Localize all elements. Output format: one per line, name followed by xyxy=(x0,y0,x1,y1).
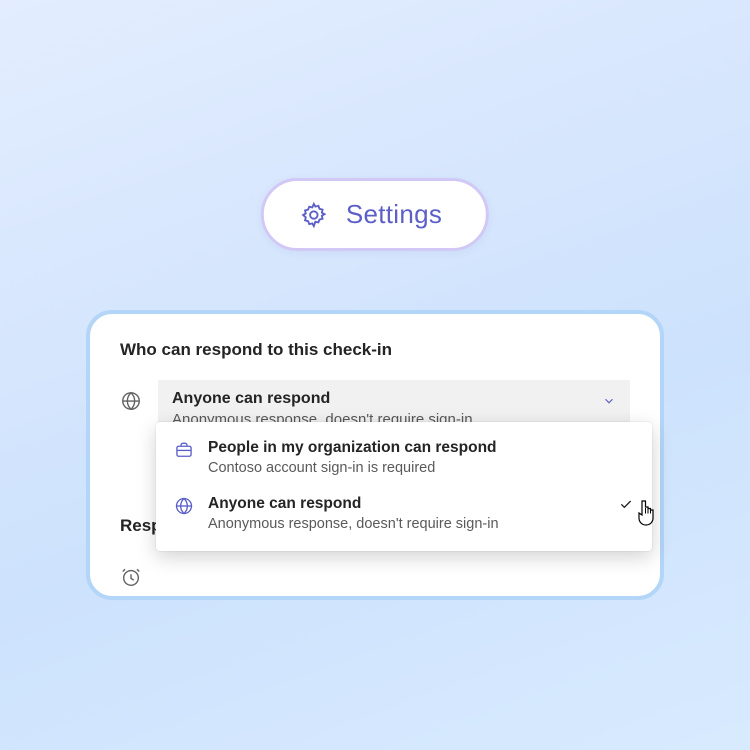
option-title: People in my organization can respond xyxy=(208,438,634,459)
option-subtitle: Contoso account sign-in is required xyxy=(208,459,634,479)
briefcase-icon xyxy=(174,440,194,460)
settings-button[interactable]: Settings xyxy=(261,178,489,251)
gear-icon xyxy=(300,201,328,229)
chevron-down-icon xyxy=(602,394,616,408)
clock-icon xyxy=(120,566,142,588)
option-title: Anyone can respond xyxy=(208,494,634,515)
option-people-in-org[interactable]: People in my organization can respond Co… xyxy=(156,430,652,486)
respond-section-title: Who can respond to this check-in xyxy=(120,340,630,360)
time-row xyxy=(120,556,630,588)
globe-icon xyxy=(174,496,194,516)
respond-dropdown: People in my organization can respond Co… xyxy=(156,422,652,551)
option-anyone[interactable]: Anyone can respond Anonymous response, d… xyxy=(156,486,652,542)
globe-icon xyxy=(120,390,142,412)
settings-panel: Who can respond to this check-in Anyone … xyxy=(86,310,664,600)
settings-label: Settings xyxy=(346,199,442,230)
selected-option-title: Anyone can respond xyxy=(172,388,616,410)
option-subtitle: Anonymous response, doesn't require sign… xyxy=(208,515,634,535)
check-icon xyxy=(618,496,634,512)
